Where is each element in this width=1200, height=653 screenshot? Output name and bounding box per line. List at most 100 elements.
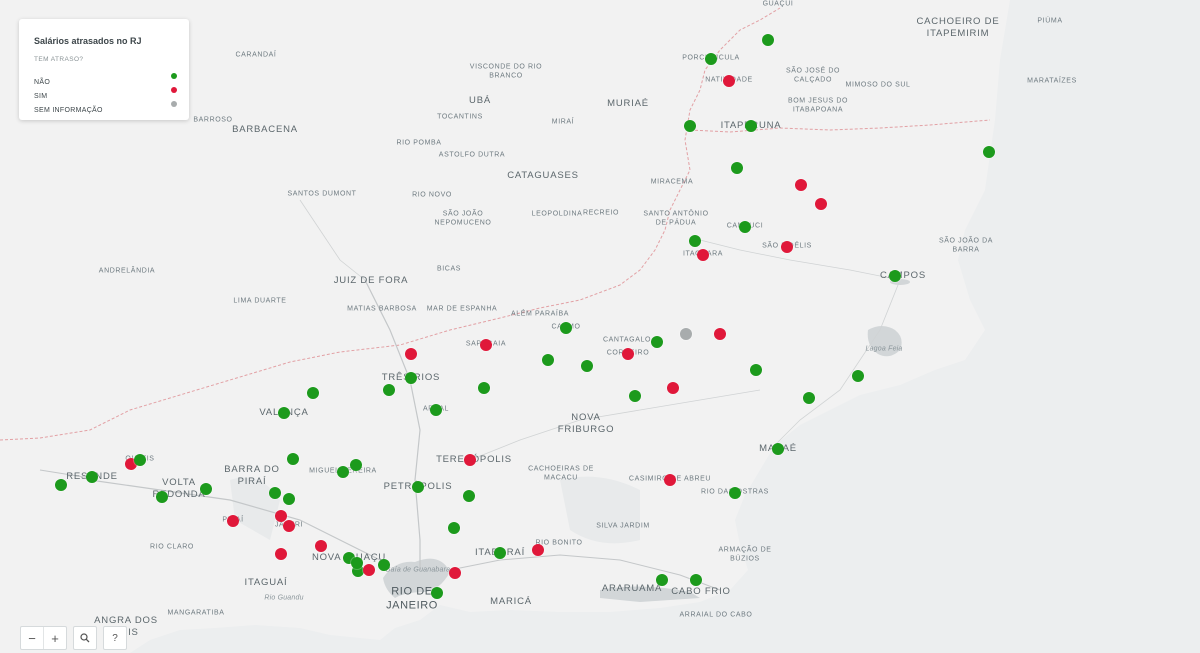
place-label: RIO NOVO	[412, 191, 452, 199]
marker-nao[interactable]	[656, 574, 668, 586]
marker-sim[interactable]	[664, 474, 676, 486]
marker-sim[interactable]	[275, 548, 287, 560]
place-label: MURIAÉ	[607, 98, 649, 110]
place-label: BOM JESUS DO ITABAPOANA	[787, 97, 849, 113]
marker-nao[interactable]	[803, 392, 815, 404]
marker-nao[interactable]	[690, 574, 702, 586]
marker-nao[interactable]	[494, 547, 506, 559]
marker-nao[interactable]	[983, 146, 995, 158]
marker-sim[interactable]	[714, 328, 726, 340]
marker-sim[interactable]	[283, 520, 295, 532]
marker-nao[interactable]	[463, 490, 475, 502]
zoom-in-button[interactable]: +	[43, 627, 66, 649]
place-label: NOVA FRIBURGO	[557, 412, 615, 435]
place-label: PIÚMA	[1037, 17, 1063, 25]
marker-nao[interactable]	[307, 387, 319, 399]
marker-nao[interactable]	[560, 322, 572, 334]
legend-subtitle: TEM ATRASO?	[34, 56, 84, 63]
marker-sim[interactable]	[315, 540, 327, 552]
marker-nao[interactable]	[134, 454, 146, 466]
marker-sim[interactable]	[449, 567, 461, 579]
marker-nao[interactable]	[269, 487, 281, 499]
marker-nao[interactable]	[651, 336, 663, 348]
marker-nao[interactable]	[731, 162, 743, 174]
place-label: RIO POMBA	[396, 139, 442, 147]
marker-nao[interactable]	[200, 483, 212, 495]
place-label: RIO DE JANEIRO	[386, 585, 438, 611]
marker-sim[interactable]	[532, 544, 544, 556]
marker-nao[interactable]	[762, 34, 774, 46]
place-label: BARBACENA	[232, 124, 298, 136]
place-label: Rio Guandu	[264, 594, 304, 602]
place-label: CAMPOS	[880, 270, 926, 282]
marker-nao[interactable]	[283, 493, 295, 505]
marker-sim[interactable]	[363, 564, 375, 576]
place-label: Baía de Guanabara	[385, 566, 451, 574]
place-label: RIO CLARO	[150, 543, 194, 551]
place-label: MIRACEMA	[650, 178, 694, 186]
marker-nao[interactable]	[745, 120, 757, 132]
marker-nao[interactable]	[405, 372, 417, 384]
marker-nao[interactable]	[350, 459, 362, 471]
marker-nao[interactable]	[431, 587, 443, 599]
marker-sim[interactable]	[795, 179, 807, 191]
legend-panel: Salários atrasados no RJ TEM ATRASO? NÃO…	[19, 19, 189, 120]
help-button[interactable]: ?	[104, 627, 126, 649]
place-label: CACHOEIRO DE ITAPEMIRIM	[916, 16, 1000, 39]
place-label: ALÉM PARAÍBA	[510, 310, 570, 318]
marker-nao[interactable]	[430, 404, 442, 416]
marker-nao[interactable]	[739, 221, 751, 233]
place-label: ITAGUAÍ	[244, 577, 288, 589]
place-label: ARARUAMA	[601, 583, 663, 595]
marker-sim[interactable]	[723, 75, 735, 87]
marker-nao[interactable]	[156, 491, 168, 503]
marker-nao[interactable]	[378, 559, 390, 571]
map-canvas[interactable]: GUAÇUÍ CACHOEIRO DE ITAPEMIRIM PIÚMA CARAND…	[0, 0, 1200, 653]
marker-nao[interactable]	[55, 479, 67, 491]
marker-nao[interactable]	[278, 407, 290, 419]
marker-nao[interactable]	[705, 53, 717, 65]
place-label: ANDRELÂNDIA	[98, 267, 156, 275]
legend-item-sem-informacao: SEM INFORMAÇÃO	[34, 99, 177, 114]
marker-nao[interactable]	[86, 471, 98, 483]
marker-nao[interactable]	[337, 466, 349, 478]
marker-nao[interactable]	[750, 364, 762, 376]
legend-swatch	[171, 101, 177, 107]
place-label: ARRAIAL DO CABO	[679, 611, 753, 619]
marker-sim[interactable]	[480, 339, 492, 351]
marker-sim[interactable]	[405, 348, 417, 360]
legend-item-sim: SIM	[34, 85, 177, 100]
marker-nao[interactable]	[689, 235, 701, 247]
marker-nao[interactable]	[412, 481, 424, 493]
zoom-out-button[interactable]: −	[21, 627, 43, 649]
marker-nao[interactable]	[542, 354, 554, 366]
marker-nao[interactable]	[581, 360, 593, 372]
legend-label: SEM INFORMAÇÃO	[34, 107, 103, 114]
marker-nao[interactable]	[383, 384, 395, 396]
marker-nao[interactable]	[772, 443, 784, 455]
marker-nao[interactable]	[478, 382, 490, 394]
marker-nao[interactable]	[889, 270, 901, 282]
marker-nao[interactable]	[852, 370, 864, 382]
place-label: ARMAÇÃO DE BÚZIOS	[718, 546, 772, 562]
marker-sim[interactable]	[697, 249, 709, 261]
marker-nao[interactable]	[448, 522, 460, 534]
marker-nao[interactable]	[287, 453, 299, 465]
place-label: LEOPOLDINA	[531, 210, 583, 218]
place-label: SÃO JOSÉ DO CALÇADO	[785, 67, 841, 83]
marker-nao[interactable]	[351, 557, 363, 569]
marker-sim[interactable]	[622, 348, 634, 360]
marker-sem-informacao[interactable]	[680, 328, 692, 340]
marker-sim[interactable]	[227, 515, 239, 527]
magnifier-icon	[80, 633, 90, 643]
marker-sim[interactable]	[815, 198, 827, 210]
place-label: MATIAS BARBOSA	[347, 305, 417, 313]
marker-nao[interactable]	[629, 390, 641, 402]
marker-sim[interactable]	[667, 382, 679, 394]
marker-nao[interactable]	[729, 487, 741, 499]
marker-sim[interactable]	[464, 454, 476, 466]
marker-sim[interactable]	[781, 241, 793, 253]
place-label: CABO FRIO	[671, 586, 731, 598]
marker-nao[interactable]	[684, 120, 696, 132]
search-button[interactable]	[74, 627, 96, 649]
